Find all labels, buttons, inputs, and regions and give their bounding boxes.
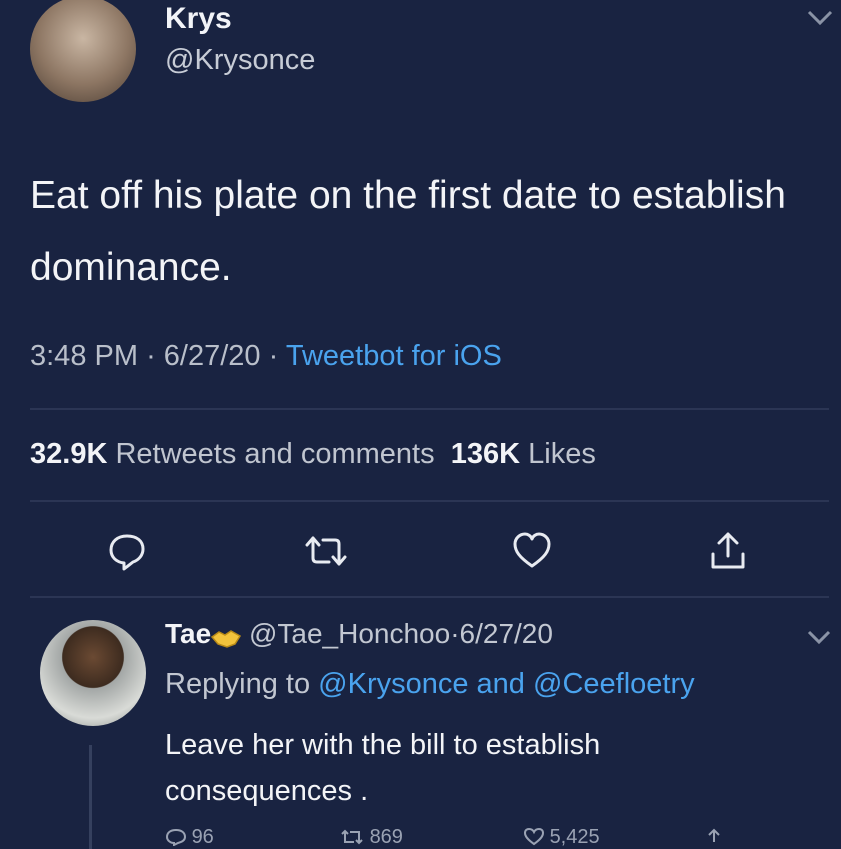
heart-icon[interactable] (511, 530, 553, 572)
reply-share-icon[interactable] (704, 826, 724, 849)
handshake-emoji-icon (211, 625, 242, 648)
retweet-icon[interactable] (305, 530, 347, 572)
reply-separator: · (450, 618, 460, 649)
likes-label[interactable]: Likes (528, 438, 596, 470)
author-handle[interactable]: @Krysonce (165, 44, 315, 77)
tweet-meta: 3:48 PM · 6/27/20 · Tweetbot for iOS (30, 340, 502, 373)
reply-author-handle[interactable]: @Tae_Honchoo (249, 618, 450, 649)
chevron-down-icon[interactable] (806, 622, 832, 653)
tweet-screenshot: Krys @Krysonce Eat off his plate on the … (0, 0, 841, 849)
reply-replies-count: 96 (191, 826, 214, 848)
reply-retweets-count: 869 (369, 826, 403, 848)
likes-count[interactable]: 136K (451, 438, 520, 470)
chevron-down-icon[interactable] (806, 4, 834, 35)
tweet-client-link[interactable]: Tweetbot for iOS (286, 340, 502, 372)
reply-text: Leave her with the bill to establish con… (165, 729, 601, 807)
replying-to-prefix: Replying to (165, 668, 311, 700)
reply-likes-stat[interactable]: 5,425 (523, 826, 600, 849)
tweet-stats: 32.9K Retweets and comments 136K Likes (30, 438, 596, 471)
author-name[interactable]: Krys (165, 2, 232, 36)
replying-to: Replying to @Krysonce and @Ceefloetry (165, 668, 695, 701)
reply-author-name[interactable]: Tae (165, 618, 211, 649)
reply-replies-stat[interactable]: 96 (165, 826, 214, 849)
reply-icon[interactable] (106, 530, 148, 572)
mention-conjunction: and (476, 668, 525, 700)
thread-line (89, 745, 92, 849)
retweets-count[interactable]: 32.9K (30, 438, 107, 470)
mention-link[interactable]: @Ceefloetry (533, 668, 695, 700)
meta-separator: · (146, 340, 156, 372)
reply-likes-count: 5,425 (549, 826, 600, 848)
retweets-label[interactable]: Retweets and comments (115, 438, 434, 470)
divider (30, 596, 829, 598)
reply-author-avatar[interactable] (40, 620, 146, 726)
divider (30, 500, 829, 502)
reply-header: Tae @Tae_Honchoo·6/27/20 (165, 618, 553, 650)
share-icon[interactable] (707, 530, 749, 572)
tweet-time: 3:48 PM (30, 340, 138, 372)
tweet-text: Eat off his plate on the first date to e… (30, 174, 786, 289)
meta-separator: · (268, 340, 279, 372)
reply-date: 6/27/20 (459, 618, 553, 649)
reply-retweets-stat[interactable]: 869 (340, 826, 403, 849)
author-avatar[interactable] (30, 0, 136, 102)
divider (30, 408, 829, 410)
tweet-date: 6/27/20 (163, 340, 261, 372)
mention-link[interactable]: @Krysonce (318, 668, 468, 700)
